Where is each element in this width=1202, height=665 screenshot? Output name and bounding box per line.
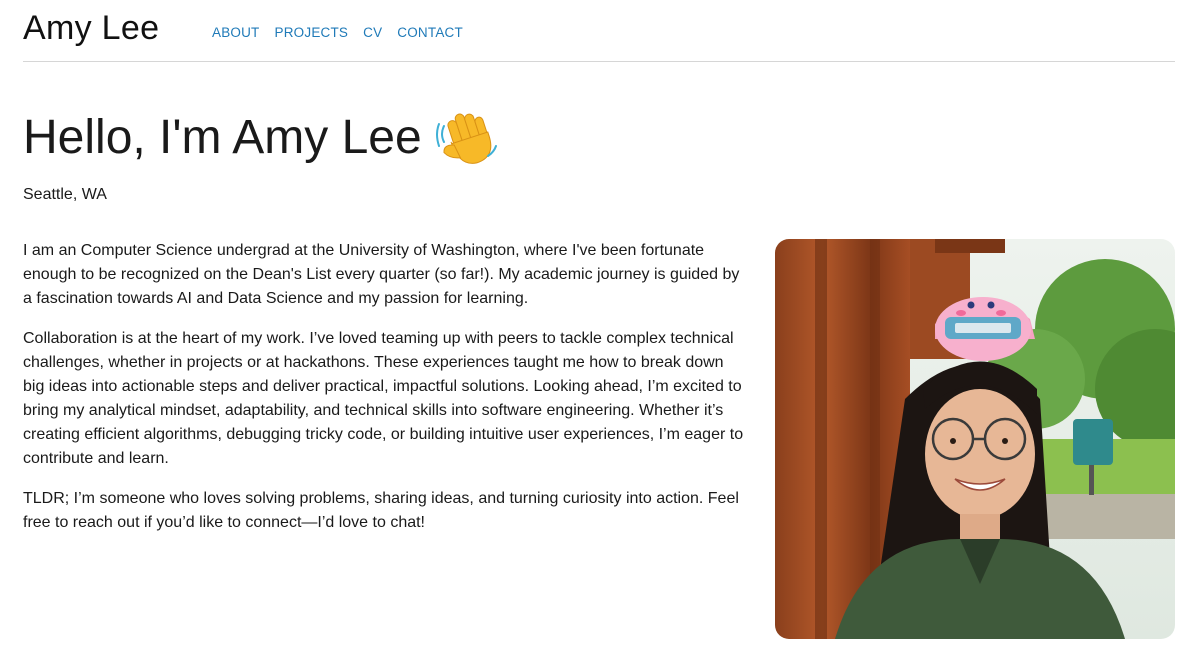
site-title[interactable]: Amy Lee <box>23 8 159 48</box>
bio-paragraph: I am an Computer Science undergrad at th… <box>23 242 740 307</box>
main-nav: ABOUT PROJECTS CV CONTACT <box>212 25 478 41</box>
page: Amy Lee ABOUT PROJECTS CV CONTACT Hello,… <box>0 0 1202 665</box>
nav-contact-link[interactable]: CONTACT <box>397 25 463 41</box>
bio-paragraph: TLDR; I’m someone who loves solving prob… <box>23 490 739 531</box>
nav-projects-link[interactable]: PROJECTS <box>275 25 349 41</box>
location-text: Seattle, WA <box>23 186 107 203</box>
bio-paragraph: Collaboration is at the heart of my work… <box>23 330 744 467</box>
nav-about-link[interactable]: ABOUT <box>212 25 260 41</box>
bio-section: I am an Computer Science undergrad at th… <box>23 239 748 551</box>
page-title: Hello, I'm Amy Lee <box>23 111 422 164</box>
profile-photo <box>775 239 1175 639</box>
nav-cv-link[interactable]: CV <box>363 25 382 41</box>
hero-heading-row: Hello, I'm Amy Lee <box>23 106 500 170</box>
waving-hand-icon <box>435 106 500 170</box>
site-header: Amy Lee ABOUT PROJECTS CV CONTACT <box>23 0 1175 62</box>
